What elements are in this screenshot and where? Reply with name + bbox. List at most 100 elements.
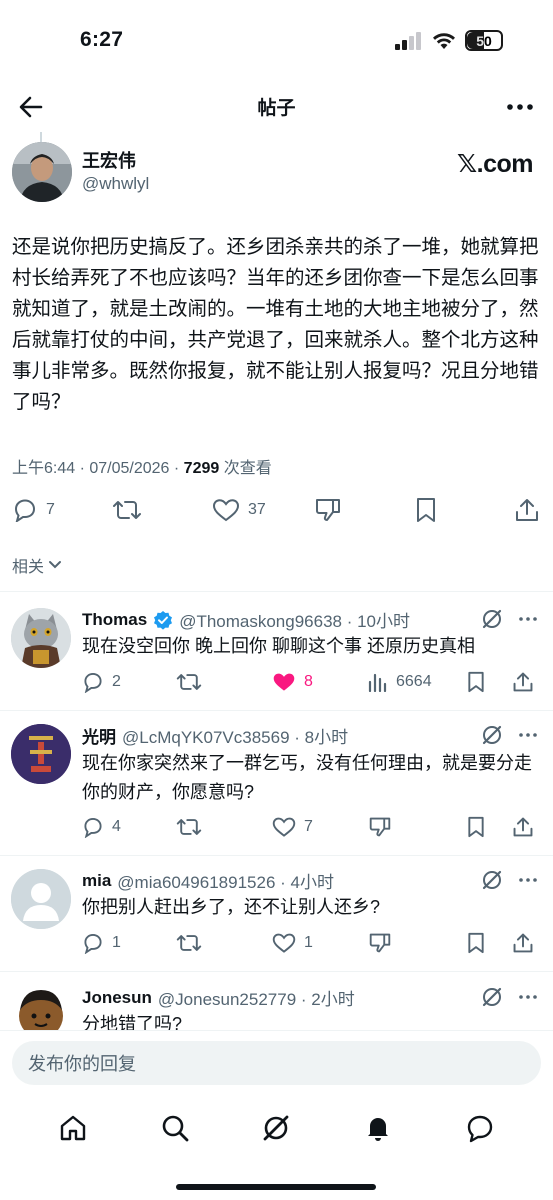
tab-notifications[interactable] xyxy=(354,1104,402,1152)
reply-button[interactable]: 2 xyxy=(82,671,176,693)
author-handle[interactable]: @whwlyl xyxy=(82,174,149,194)
search-icon xyxy=(162,1115,189,1141)
notifications-icon xyxy=(368,1117,389,1141)
like-count: 8 xyxy=(304,673,313,690)
divider xyxy=(0,591,553,592)
reply-author-name[interactable]: 光明 xyxy=(82,723,116,748)
heart-icon xyxy=(272,933,296,953)
reply-avatar[interactable] xyxy=(11,869,71,929)
bookmark-button[interactable] xyxy=(466,932,512,954)
reply-icon xyxy=(84,818,102,838)
grok-explain-button[interactable] xyxy=(479,606,505,632)
tab-search[interactable] xyxy=(151,1104,199,1152)
bookmark-button[interactable] xyxy=(466,816,512,838)
repost-button[interactable] xyxy=(176,671,272,693)
grok-explain-button[interactable] xyxy=(479,984,505,1010)
reply-icon xyxy=(84,673,102,693)
reply-avatar[interactable] xyxy=(11,608,71,668)
reply-handle-time[interactable]: @Thomaskong96638 · 10小时 xyxy=(179,607,410,632)
reply-compose-input[interactable]: 发布你的回复 xyxy=(12,1041,541,1085)
author-name[interactable]: 王宏伟 xyxy=(82,147,136,173)
share-button[interactable] xyxy=(512,671,536,693)
like-count: 1 xyxy=(304,934,313,951)
reply-text: 分地错了吗? xyxy=(82,1014,183,1031)
bookmark-button[interactable] xyxy=(466,671,512,693)
views-bar-chart-icon xyxy=(368,673,387,692)
reply-more-button[interactable] xyxy=(515,722,541,748)
bottom-tab-bar xyxy=(0,1100,553,1155)
default-avatar-icon xyxy=(11,869,71,929)
related-toggle[interactable]: 相关 xyxy=(12,553,62,577)
dislike-button[interactable] xyxy=(368,816,466,838)
x-brand-logo: 𝕏.com xyxy=(457,150,534,178)
cartoon-avatar-image xyxy=(19,990,63,1030)
reply-handle-time[interactable]: @LcMqYK07Vc38569 · 8小时 xyxy=(122,723,348,748)
reply-avatar[interactable] xyxy=(11,724,71,784)
author-avatar[interactable] xyxy=(12,142,72,202)
more-options-button[interactable] xyxy=(503,92,537,122)
grok-explain-button[interactable] xyxy=(479,722,505,748)
dislike-icon xyxy=(369,817,391,837)
repost-icon xyxy=(113,501,141,519)
reply-text: 现在你家突然来了一群乞丐，没有任何理由，就是要分走你的财产，你愿意吗? xyxy=(82,753,532,802)
bookmark-icon xyxy=(468,932,484,954)
share-icon xyxy=(513,817,533,837)
repost-button[interactable] xyxy=(176,816,272,838)
views-button[interactable]: 6664 xyxy=(368,672,466,692)
chevron-down-icon xyxy=(49,561,62,569)
divider xyxy=(0,855,553,856)
reply-author-name[interactable]: Jonesun xyxy=(82,988,152,1008)
share-icon xyxy=(516,499,538,521)
reply-avatar[interactable] xyxy=(11,986,71,1030)
more-dots-icon xyxy=(519,617,537,621)
like-button[interactable]: 7 xyxy=(272,816,368,838)
grok-button[interactable] xyxy=(314,497,414,523)
verified-badge-icon xyxy=(154,610,173,630)
grok-icon xyxy=(482,870,502,890)
more-dots-icon xyxy=(507,104,533,110)
status-time: 6:27 xyxy=(80,28,124,51)
like-count: 37 xyxy=(248,501,266,518)
heart-filled-icon xyxy=(273,673,295,691)
reply-handle-time[interactable]: @mia604961891526 · 4小时 xyxy=(117,868,334,893)
wifi-icon xyxy=(433,32,455,49)
reply-button[interactable]: 1 xyxy=(82,932,176,954)
cat-avatar-image xyxy=(11,608,71,668)
reply-more-button[interactable] xyxy=(515,606,541,632)
heart-icon xyxy=(272,817,296,837)
bookmark-button[interactable] xyxy=(414,497,514,523)
repost-button[interactable] xyxy=(176,932,272,954)
share-button[interactable] xyxy=(512,932,536,954)
tab-grok[interactable] xyxy=(252,1104,300,1152)
like-button[interactable]: 37 xyxy=(212,498,314,522)
share-button[interactable] xyxy=(512,816,536,838)
dislike-button[interactable] xyxy=(368,932,466,954)
reply-handle-time[interactable]: @Jonesun252779 · 2小时 xyxy=(158,985,355,1010)
reply-more-button[interactable] xyxy=(515,984,541,1010)
grok-icon xyxy=(482,609,502,629)
reply-more-button[interactable] xyxy=(515,867,541,893)
post-meta: 上午6:44 · 07/05/2026 · 7299 次查看 xyxy=(12,454,272,478)
reply-button[interactable]: 4 xyxy=(82,816,176,838)
reply-text: 你把别人赶出乡了，还不让别人还乡? xyxy=(82,897,381,917)
tab-home[interactable] xyxy=(49,1104,97,1152)
dislike-icon xyxy=(369,933,391,953)
reply-action-bar: 1 1 xyxy=(82,929,542,957)
like-button[interactable]: 1 xyxy=(272,932,368,954)
reply-count: 2 xyxy=(112,673,121,690)
grok-explain-button[interactable] xyxy=(479,867,505,893)
post-action-bar: 7 37 xyxy=(12,493,544,527)
reply-count: 4 xyxy=(112,818,121,835)
reply-author-name[interactable]: mia xyxy=(82,871,111,891)
repost-icon xyxy=(176,674,202,690)
bookmark-icon xyxy=(417,498,435,522)
reply-button[interactable]: 7 xyxy=(12,498,112,522)
reply-author-name[interactable]: Thomas xyxy=(82,610,147,630)
more-dots-icon xyxy=(519,733,537,737)
tab-messages[interactable] xyxy=(456,1104,504,1152)
post-timestamp[interactable]: 上午6:44 · 07/05/2026 · xyxy=(12,460,184,477)
repost-button[interactable] xyxy=(112,498,212,522)
like-button[interactable]: 8 xyxy=(272,671,368,693)
share-button[interactable] xyxy=(514,497,544,523)
repost-icon xyxy=(176,935,202,951)
